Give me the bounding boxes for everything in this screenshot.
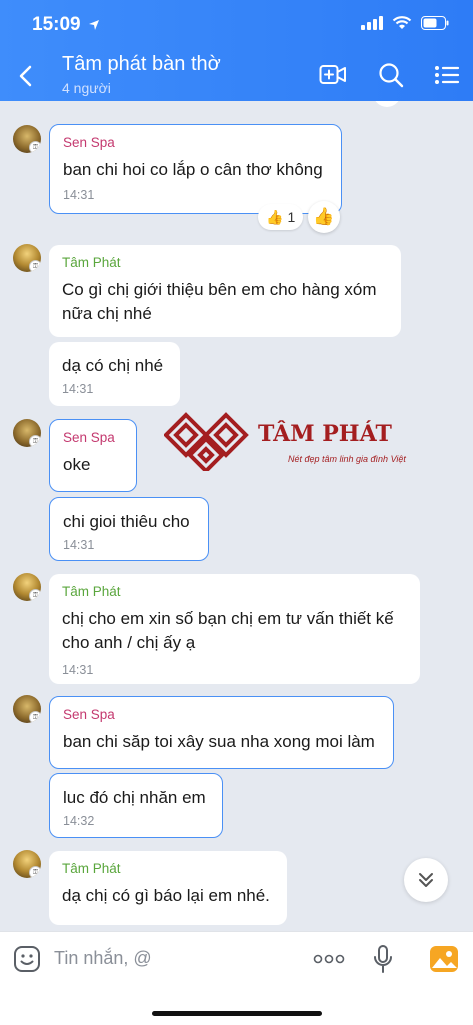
reaction-count[interactable]: 👍 1 — [258, 204, 304, 230]
key-badge-icon: ⚿ — [29, 589, 41, 601]
react-button[interactable]: 👍 — [308, 201, 340, 233]
message-text: dạ chị có gì báo lại em nhé. — [62, 886, 270, 905]
message-text: chị cho em xin số bạn chị em tư vấn thiế… — [62, 609, 394, 652]
sender-name: Tâm Phát — [62, 861, 121, 876]
back-button[interactable] — [10, 58, 40, 94]
message-bubble[interactable]: Sen Spa ban chi săp toi xây sua nha xong… — [49, 696, 394, 769]
more-icon — [313, 954, 345, 964]
message-time: 14:31 — [63, 188, 95, 202]
brand-slogan: Nét đẹp tâm linh gia đình Việt — [288, 454, 406, 464]
message-text: dạ có chị nhé — [62, 356, 164, 375]
brand-watermark: TÂM PHÁT Nét đẹp tâm linh gia đình Việt — [164, 411, 414, 471]
message-bubble[interactable]: chi gioi thiêu cho 14:31 — [49, 497, 209, 561]
status-icons — [361, 16, 449, 35]
message-time: 14:31 — [63, 538, 95, 552]
key-badge-icon: ⚿ — [29, 866, 41, 878]
thumbs-up-icon: 👍 — [266, 208, 284, 225]
message-bubble[interactable]: Sen Spa oke — [49, 419, 137, 492]
message-text: ban chi săp toi xây sua nha xong moi làm — [63, 732, 375, 751]
reaction-number: 1 — [287, 209, 296, 225]
message-text: luc đó chị nhăn em — [63, 788, 206, 807]
key-badge-icon: ⚿ — [29, 435, 41, 447]
sticker-icon — [14, 946, 40, 972]
message-bubble[interactable]: Tâm Phát chị cho em xin số bạn chị em tư… — [49, 574, 420, 684]
voice-button[interactable] — [366, 942, 400, 976]
location-arrow-icon — [88, 18, 100, 36]
sticker-button[interactable] — [10, 942, 44, 976]
signal-icon — [361, 16, 383, 35]
message-text: oke — [63, 455, 91, 474]
sender-name: Tâm Phát — [62, 255, 121, 270]
sender-name: Tâm Phát — [62, 584, 121, 599]
thumbs-up-icon: 👍 — [313, 207, 335, 226]
brand-logo-icon — [164, 412, 249, 471]
avatar[interactable]: ⚿ — [13, 695, 41, 723]
message-text: ban chi hoi co lắp o cân thơ không — [63, 160, 323, 179]
message-list[interactable]: ⚿ Sen Spa ban chi hoi co lắp o cân thơ k… — [0, 101, 473, 931]
menu-icon — [435, 66, 460, 84]
conversation-title[interactable]: Tâm phát bàn thờ — [62, 53, 221, 76]
video-add-icon — [319, 65, 346, 84]
sender-name: Sen Spa — [63, 135, 115, 150]
image-button[interactable] — [427, 942, 461, 976]
wifi-icon — [392, 16, 412, 35]
message-time: 14:31 — [62, 382, 94, 396]
message-text: chi gioi thiêu cho — [63, 512, 190, 531]
sender-name: Sen Spa — [63, 707, 115, 722]
key-badge-icon: ⚿ — [29, 260, 41, 272]
message-bubble[interactable]: luc đó chị nhăn em 14:32 — [49, 773, 223, 838]
brand-name: TÂM PHÁT — [258, 421, 392, 447]
sender-name: Sen Spa — [63, 430, 115, 445]
scroll-to-bottom-button[interactable] — [404, 858, 448, 902]
search-button[interactable] — [376, 60, 406, 90]
microphone-icon — [374, 945, 392, 973]
message-time: 14:32 — [63, 814, 95, 828]
message-text: Co gì chị giới thiệu bên em cho hàng xóm… — [62, 280, 377, 323]
status-time: 15:09 — [32, 14, 81, 35]
image-icon — [430, 946, 458, 972]
key-badge-icon: ⚿ — [29, 711, 41, 723]
message-bubble[interactable]: Sen Spa ban chi hoi co lắp o cân thơ khô… — [49, 124, 342, 214]
key-badge-icon: ⚿ — [29, 141, 41, 153]
message-time: 14:31 — [62, 663, 94, 677]
battery-icon — [421, 16, 449, 35]
avatar[interactable]: ⚿ — [13, 125, 41, 153]
chevron-double-down-icon — [419, 873, 433, 887]
avatar[interactable]: ⚿ — [13, 244, 41, 272]
avatar[interactable]: ⚿ — [13, 419, 41, 447]
menu-button[interactable] — [432, 60, 462, 90]
chat-header: 15:09 Tâm phát bàn thờ 4 người — [0, 0, 473, 101]
message-input-bar: Tin nhắn, @ — [0, 931, 473, 1025]
video-call-button[interactable] — [318, 60, 348, 90]
message-bubble[interactable]: dạ có chị nhé 14:31 — [49, 342, 180, 406]
avatar[interactable]: ⚿ — [13, 573, 41, 601]
search-icon — [379, 63, 404, 88]
more-button[interactable] — [312, 942, 346, 976]
member-count: 4 người — [62, 80, 111, 96]
home-indicator — [152, 1011, 322, 1016]
avatar[interactable]: ⚿ — [13, 850, 41, 878]
message-input[interactable]: Tin nhắn, @ — [54, 948, 152, 969]
previous-reaction-partial — [375, 101, 399, 107]
message-bubble[interactable]: Tâm Phát dạ chị có gì báo lại em nhé. — [49, 851, 287, 925]
back-icon — [19, 65, 32, 87]
message-bubble[interactable]: Tâm Phát Co gì chị giới thiệu bên em cho… — [49, 245, 401, 337]
